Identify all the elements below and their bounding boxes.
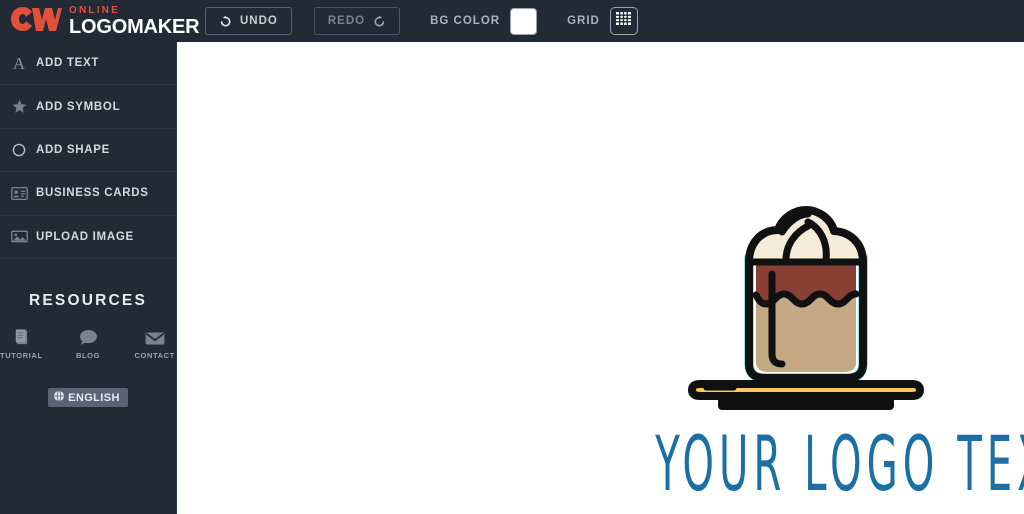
book-icon	[13, 326, 30, 346]
sidebar-item-add-shape[interactable]: ADD SHAPE	[0, 129, 176, 173]
id-card-icon	[8, 186, 30, 200]
envelope-icon	[145, 326, 165, 346]
bgcolor-control: BG COLOR	[430, 7, 538, 35]
grid-control: GRID	[567, 7, 638, 35]
sidebar-item-label: ADD SHAPE	[36, 143, 111, 156]
undo-button[interactable]: UNDO	[205, 7, 292, 35]
undo-arrow-icon	[219, 15, 232, 28]
resource-link-label: CONTACT	[134, 351, 175, 360]
resource-link-contact[interactable]: CONTACT	[133, 326, 176, 360]
redo-label: REDO	[327, 15, 366, 27]
sidebar-item-label: BUSINESS CARDS	[36, 187, 149, 200]
resource-link-tutorial[interactable]: TUTORIAL	[0, 326, 43, 360]
resources-section: RESOURCES TUTORIAL BLOG CONTACT ENGLISH	[0, 292, 176, 407]
sidebar-item-label: ADD TEXT	[36, 57, 100, 70]
resource-link-blog[interactable]: BLOG	[67, 326, 110, 360]
left-sidebar: A ADD TEXT ADD SYMBOL ADD SHAPE BUSINESS…	[0, 42, 177, 514]
sidebar-item-label: UPLOAD IMAGE	[36, 230, 134, 243]
language-selector-button[interactable]: ENGLISH	[48, 388, 128, 407]
resources-links: TUTORIAL BLOG CONTACT	[0, 326, 176, 360]
toolbar-actions: UNDO REDO BG COLOR GRID	[177, 0, 638, 42]
star-icon	[8, 99, 30, 114]
sidebar-item-business-cards[interactable]: BUSINESS CARDS	[0, 172, 176, 216]
sidebar-item-upload-image[interactable]: UPLOAD IMAGE	[0, 216, 176, 259]
grid-label: GRID	[567, 15, 600, 27]
logomaker-app: ONLINE LOGOMAKER UNDO REDO BG COLOR GRID…	[0, 0, 1024, 514]
sidebar-item-add-text[interactable]: A ADD TEXT	[0, 42, 176, 86]
bgcolor-swatch[interactable]	[510, 7, 538, 35]
resources-title: RESOURCES	[29, 292, 147, 309]
bgcolor-label: BG COLOR	[430, 15, 501, 27]
circle-icon	[8, 143, 30, 157]
grid-icon	[616, 12, 632, 30]
redo-arrow-icon	[373, 15, 386, 28]
language-label: ENGLISH	[68, 391, 120, 404]
sidebar-item-label: ADD SYMBOL	[36, 100, 121, 113]
redo-button[interactable]: REDO	[313, 7, 401, 35]
undo-label: UNDO	[240, 15, 278, 27]
sidebar-item-add-symbol[interactable]: ADD SYMBOL	[0, 85, 176, 129]
resource-link-label: TUTORIAL	[0, 351, 43, 360]
logo-text[interactable]: YOUR LOGO TEXT	[655, 419, 1024, 508]
globe-icon	[53, 390, 65, 405]
text-a-icon: A	[12, 53, 26, 73]
grid-toggle-button[interactable]	[609, 7, 638, 35]
logo-canvas[interactable]: YOUR LOGO TEXT	[177, 42, 1024, 514]
iced-coffee-glass-on-tray-icon[interactable]	[686, 202, 926, 417]
cm-monogram-icon	[10, 6, 62, 37]
brand-logo[interactable]: ONLINE LOGOMAKER	[0, 0, 200, 42]
speech-bubble-icon	[79, 326, 98, 346]
top-toolbar: ONLINE LOGOMAKER UNDO REDO BG COLOR GRID	[0, 0, 1024, 42]
language-selector-wrap: ENGLISH	[0, 388, 176, 407]
image-icon	[8, 230, 30, 243]
resource-link-label: BLOG	[75, 351, 101, 360]
